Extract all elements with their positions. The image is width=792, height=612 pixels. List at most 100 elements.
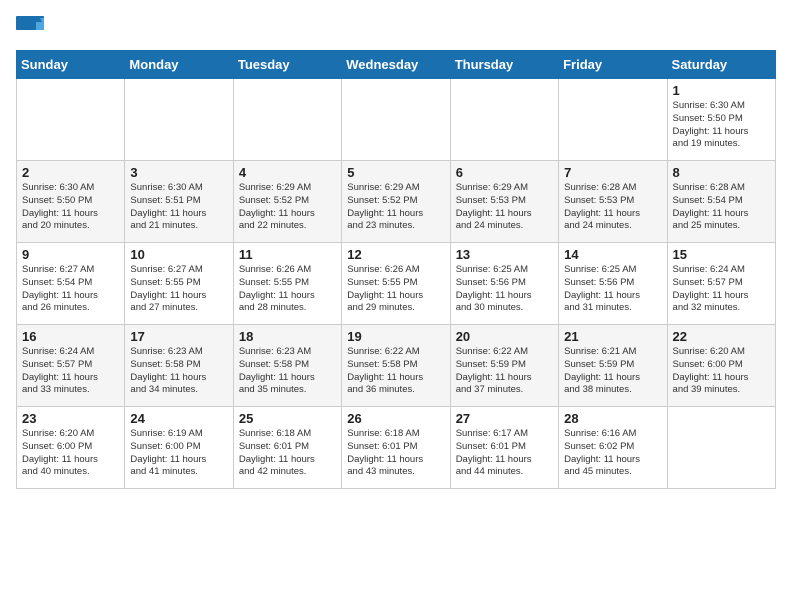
week-row-2: 2 Sunrise: 6:30 AM Sunset: 5:50 PM Daylig… [17, 161, 776, 243]
day-number: 12 [347, 247, 444, 262]
day-cell: 16 Sunrise: 6:24 AM Sunset: 5:57 PM Dayli… [17, 325, 125, 407]
day-info: Sunrise: 6:19 AM Sunset: 6:00 PM Dayligh… [130, 428, 227, 479]
day-number: 17 [130, 329, 227, 344]
calendar-table: SundayMondayTuesdayWednesdayThursdayFrid… [16, 50, 776, 489]
day-number: 3 [130, 165, 227, 180]
day-number: 15 [673, 247, 770, 262]
day-info: Sunrise: 6:27 AM Sunset: 5:55 PM Dayligh… [130, 264, 227, 315]
day-cell: 7 Sunrise: 6:28 AM Sunset: 5:53 PM Daylig… [559, 161, 667, 243]
day-cell: 6 Sunrise: 6:29 AM Sunset: 5:53 PM Daylig… [450, 161, 558, 243]
day-cell: 22 Sunrise: 6:20 AM Sunset: 6:00 PM Dayli… [667, 325, 775, 407]
day-info: Sunrise: 6:25 AM Sunset: 5:56 PM Dayligh… [564, 264, 661, 315]
day-info: Sunrise: 6:27 AM Sunset: 5:54 PM Dayligh… [22, 264, 119, 315]
day-cell: 12 Sunrise: 6:26 AM Sunset: 5:55 PM Dayli… [342, 243, 450, 325]
day-number: 21 [564, 329, 661, 344]
day-cell: 11 Sunrise: 6:26 AM Sunset: 5:55 PM Dayli… [233, 243, 341, 325]
day-info: Sunrise: 6:20 AM Sunset: 6:00 PM Dayligh… [22, 428, 119, 479]
day-info: Sunrise: 6:30 AM Sunset: 5:51 PM Dayligh… [130, 182, 227, 233]
col-header-wednesday: Wednesday [342, 51, 450, 79]
day-number: 11 [239, 247, 336, 262]
day-info: Sunrise: 6:29 AM Sunset: 5:52 PM Dayligh… [347, 182, 444, 233]
day-number: 10 [130, 247, 227, 262]
day-cell: 26 Sunrise: 6:18 AM Sunset: 6:01 PM Dayli… [342, 407, 450, 489]
day-info: Sunrise: 6:24 AM Sunset: 5:57 PM Dayligh… [673, 264, 770, 315]
page-header [16, 16, 776, 44]
col-header-friday: Friday [559, 51, 667, 79]
day-cell [17, 79, 125, 161]
day-cell: 1Sunrise: 6:30 AM Sunset: 5:50 PM Daylig… [667, 79, 775, 161]
day-info: Sunrise: 6:26 AM Sunset: 5:55 PM Dayligh… [239, 264, 336, 315]
day-cell: 14 Sunrise: 6:25 AM Sunset: 5:56 PM Dayli… [559, 243, 667, 325]
day-cell [450, 79, 558, 161]
day-info: Sunrise: 6:26 AM Sunset: 5:55 PM Dayligh… [347, 264, 444, 315]
day-info: Sunrise: 6:22 AM Sunset: 5:58 PM Dayligh… [347, 346, 444, 397]
day-number: 4 [239, 165, 336, 180]
logo-icon [16, 16, 44, 44]
day-info: Sunrise: 6:30 AM Sunset: 5:50 PM Dayligh… [22, 182, 119, 233]
day-info: Sunrise: 6:16 AM Sunset: 6:02 PM Dayligh… [564, 428, 661, 479]
week-row-3: 9Sunrise: 6:27 AM Sunset: 5:54 PM Daylig… [17, 243, 776, 325]
day-number: 27 [456, 411, 553, 426]
day-info: Sunrise: 6:25 AM Sunset: 5:56 PM Dayligh… [456, 264, 553, 315]
day-number: 7 [564, 165, 661, 180]
day-info: Sunrise: 6:29 AM Sunset: 5:52 PM Dayligh… [239, 182, 336, 233]
week-row-1: 1Sunrise: 6:30 AM Sunset: 5:50 PM Daylig… [17, 79, 776, 161]
col-header-tuesday: Tuesday [233, 51, 341, 79]
day-info: Sunrise: 6:28 AM Sunset: 5:53 PM Dayligh… [564, 182, 661, 233]
day-cell: 4 Sunrise: 6:29 AM Sunset: 5:52 PM Daylig… [233, 161, 341, 243]
day-number: 18 [239, 329, 336, 344]
day-info: Sunrise: 6:17 AM Sunset: 6:01 PM Dayligh… [456, 428, 553, 479]
day-number: 6 [456, 165, 553, 180]
col-header-sunday: Sunday [17, 51, 125, 79]
day-number: 2 [22, 165, 119, 180]
day-info: Sunrise: 6:21 AM Sunset: 5:59 PM Dayligh… [564, 346, 661, 397]
day-cell: 5 Sunrise: 6:29 AM Sunset: 5:52 PM Daylig… [342, 161, 450, 243]
day-number: 14 [564, 247, 661, 262]
day-number: 19 [347, 329, 444, 344]
day-cell: 28 Sunrise: 6:16 AM Sunset: 6:02 PM Dayli… [559, 407, 667, 489]
day-info: Sunrise: 6:22 AM Sunset: 5:59 PM Dayligh… [456, 346, 553, 397]
day-cell [667, 407, 775, 489]
header-row: SundayMondayTuesdayWednesdayThursdayFrid… [17, 51, 776, 79]
day-cell: 25 Sunrise: 6:18 AM Sunset: 6:01 PM Dayli… [233, 407, 341, 489]
day-info: Sunrise: 6:23 AM Sunset: 5:58 PM Dayligh… [130, 346, 227, 397]
day-cell [125, 79, 233, 161]
week-row-4: 16 Sunrise: 6:24 AM Sunset: 5:57 PM Dayli… [17, 325, 776, 407]
day-cell: 9Sunrise: 6:27 AM Sunset: 5:54 PM Daylig… [17, 243, 125, 325]
day-number: 25 [239, 411, 336, 426]
day-cell: 18Sunrise: 6:23 AM Sunset: 5:58 PM Dayli… [233, 325, 341, 407]
day-info: Sunrise: 6:20 AM Sunset: 6:00 PM Dayligh… [673, 346, 770, 397]
day-cell [559, 79, 667, 161]
day-number: 8 [673, 165, 770, 180]
day-number: 5 [347, 165, 444, 180]
day-cell: 10 Sunrise: 6:27 AM Sunset: 5:55 PM Dayli… [125, 243, 233, 325]
week-row-5: 23 Sunrise: 6:20 AM Sunset: 6:00 PM Dayli… [17, 407, 776, 489]
day-cell: 20 Sunrise: 6:22 AM Sunset: 5:59 PM Dayli… [450, 325, 558, 407]
day-number: 22 [673, 329, 770, 344]
day-cell: 21 Sunrise: 6:21 AM Sunset: 5:59 PM Dayli… [559, 325, 667, 407]
day-number: 13 [456, 247, 553, 262]
day-info: Sunrise: 6:24 AM Sunset: 5:57 PM Dayligh… [22, 346, 119, 397]
day-number: 26 [347, 411, 444, 426]
day-number: 23 [22, 411, 119, 426]
day-cell [233, 79, 341, 161]
day-info: Sunrise: 6:18 AM Sunset: 6:01 PM Dayligh… [239, 428, 336, 479]
day-info: Sunrise: 6:28 AM Sunset: 5:54 PM Dayligh… [673, 182, 770, 233]
day-cell: 23 Sunrise: 6:20 AM Sunset: 6:00 PM Dayli… [17, 407, 125, 489]
day-cell: 3 Sunrise: 6:30 AM Sunset: 5:51 PM Daylig… [125, 161, 233, 243]
day-number: 16 [22, 329, 119, 344]
day-cell: 17 Sunrise: 6:23 AM Sunset: 5:58 PM Dayli… [125, 325, 233, 407]
day-cell [342, 79, 450, 161]
col-header-saturday: Saturday [667, 51, 775, 79]
day-cell: 13 Sunrise: 6:25 AM Sunset: 5:56 PM Dayli… [450, 243, 558, 325]
day-number: 1 [673, 83, 770, 98]
day-cell: 2 Sunrise: 6:30 AM Sunset: 5:50 PM Daylig… [17, 161, 125, 243]
day-number: 20 [456, 329, 553, 344]
day-number: 28 [564, 411, 661, 426]
day-cell: 15 Sunrise: 6:24 AM Sunset: 5:57 PM Dayli… [667, 243, 775, 325]
day-cell: 27 Sunrise: 6:17 AM Sunset: 6:01 PM Dayli… [450, 407, 558, 489]
logo [16, 16, 46, 44]
day-number: 24 [130, 411, 227, 426]
day-info: Sunrise: 6:18 AM Sunset: 6:01 PM Dayligh… [347, 428, 444, 479]
day-info: Sunrise: 6:29 AM Sunset: 5:53 PM Dayligh… [456, 182, 553, 233]
